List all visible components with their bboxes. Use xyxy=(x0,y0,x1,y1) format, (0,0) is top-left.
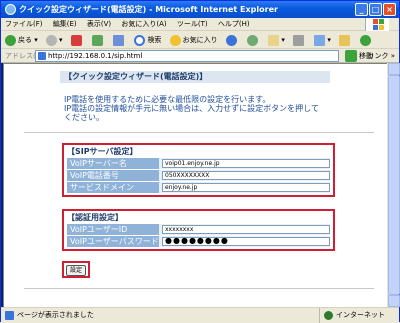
home-button[interactable] xyxy=(113,31,126,49)
voip-number-label: VoIP電話番号 xyxy=(67,170,159,181)
back-arrow-icon xyxy=(5,34,16,46)
status-bar: ページが表示されました インターネット xyxy=(1,307,399,323)
refresh-icon xyxy=(91,34,103,46)
scroll-thumb[interactable] xyxy=(388,75,400,295)
title-bar: クイック設定ウィザード(電話設定) - Microsoft Internet E… xyxy=(1,1,399,18)
voip-number-input[interactable]: 050XXXXXXXX xyxy=(162,171,330,180)
scroll-up-button[interactable] xyxy=(388,63,400,75)
home-icon xyxy=(113,34,125,46)
stop-button[interactable] xyxy=(70,31,84,49)
history-button[interactable] xyxy=(247,31,260,49)
menu-tools[interactable]: ツール(T) xyxy=(177,20,208,28)
links-button[interactable]: リンク » xyxy=(367,49,395,63)
menu-bar: ファイル(F) 編集(E) 表示(V) お気に入り(A) ツール(T) ヘルプ(… xyxy=(1,18,399,31)
history-icon xyxy=(247,34,259,46)
sip-section-header: 【SIPサーバ設定】 xyxy=(67,147,138,156)
status-text: ページが表示されました xyxy=(17,311,94,319)
windows-logo-icon xyxy=(365,18,389,31)
star-icon xyxy=(169,34,181,46)
submit-button[interactable]: 設定 xyxy=(66,265,86,276)
minimize-button[interactable]: _ xyxy=(355,3,368,16)
vertical-scrollbar[interactable] xyxy=(387,63,400,307)
forward-arrow-icon xyxy=(45,34,57,46)
zone-text: インターネット xyxy=(336,311,385,319)
divider-bottom xyxy=(24,288,374,289)
address-url: http://192.168.0.1/sip.html xyxy=(48,52,143,60)
service-domain-label: サービスドメイン xyxy=(67,182,159,193)
voip-server-row: VoIPサーバー名 voip01.enjoy.ne.jp xyxy=(67,158,330,169)
service-domain-row: サービスドメイン enjoy.ne.jp xyxy=(67,182,330,193)
edit-page-icon xyxy=(314,34,326,46)
folder-icon xyxy=(339,34,351,46)
mail-icon xyxy=(268,34,280,46)
search-icon xyxy=(134,34,146,46)
menu-favorites[interactable]: お気に入り(A) xyxy=(121,20,166,28)
page-done-icon xyxy=(5,311,14,320)
media-icon xyxy=(225,34,237,46)
intro-line-3: ください。 xyxy=(64,113,104,122)
media-button[interactable] xyxy=(225,31,239,49)
auth-section-header: 【認証用設定】 xyxy=(67,213,123,222)
intro-line-1: IP電話を使用するために必要な最低限の設定を行います。 xyxy=(64,95,271,104)
print-button[interactable] xyxy=(293,31,306,49)
internet-globe-icon xyxy=(324,311,333,320)
voip-password-label: VoIPユーザーパスワード xyxy=(67,236,159,247)
sip-server-section: 【SIPサーバ設定】 VoIPサーバー名 voip01.enjoy.ne.jp … xyxy=(62,143,335,197)
service-domain-input[interactable]: enjoy.ne.jp xyxy=(162,183,330,192)
voip-password-row: VoIPユーザーパスワード ●●●●●●●● xyxy=(67,236,330,247)
address-input[interactable]: http://192.168.0.1/sip.html xyxy=(35,50,339,62)
edit-button[interactable]: ▾ xyxy=(314,31,331,49)
security-zone: インターネット xyxy=(319,308,385,323)
folder-button[interactable] xyxy=(339,31,352,49)
auth-section: 【認証用設定】 VoIPユーザーID xxxxxxxx VoIPユーザーパスワー… xyxy=(62,209,335,251)
window-title: クイック設定ウィザード(電話設定) - Microsoft Internet E… xyxy=(19,5,278,14)
page-content: 【クイック設定ウィザード(電話設定)】 IP電話を使用するために必要な最低限の設… xyxy=(3,63,387,307)
menu-view[interactable]: 表示(V) xyxy=(87,20,111,28)
intro-line-2: IP電話の設定情報が手元に無い場合は、入力せずに設定ボタンを押して xyxy=(64,104,319,113)
intro-text: IP電話を使用するために必要な最低限の設定を行います。 IP電話の設定情報が手元… xyxy=(64,95,344,122)
voip-server-input[interactable]: voip01.enjoy.ne.jp xyxy=(162,159,330,168)
menu-edit[interactable]: 編集(E) xyxy=(53,20,77,28)
go-arrow-icon[interactable] xyxy=(345,50,357,62)
scroll-down-button[interactable] xyxy=(388,295,400,307)
menu-file[interactable]: ファイル(F) xyxy=(5,20,43,28)
browser-window: クイック設定ウィザード(電話設定) - Microsoft Internet E… xyxy=(0,0,400,323)
forward-button[interactable]: ▾ xyxy=(45,31,63,49)
messenger-icon xyxy=(360,34,372,46)
printer-icon xyxy=(293,34,305,46)
favorites-button[interactable]: お気に入り xyxy=(169,31,218,49)
refresh-button[interactable] xyxy=(91,31,105,49)
page-title: 【クイック設定ウィザード(電話設定)】 xyxy=(60,71,330,83)
page-icon xyxy=(38,52,46,60)
messenger-button[interactable] xyxy=(360,31,373,49)
back-button[interactable]: 戻る ▾ xyxy=(5,31,38,49)
toolbar: 戻る ▾ ▾ 検索 お気に入り ▾ ▾ xyxy=(1,31,399,49)
ie-icon xyxy=(5,4,16,15)
menu-help[interactable]: ヘルプ(H) xyxy=(218,20,250,28)
voip-user-id-label: VoIPユーザーID xyxy=(67,224,159,235)
voip-password-input[interactable]: ●●●●●●●● xyxy=(162,237,330,246)
search-button[interactable]: 検索 xyxy=(134,31,161,49)
voip-user-id-input[interactable]: xxxxxxxx xyxy=(162,225,330,234)
divider-top xyxy=(24,132,374,133)
stop-icon xyxy=(70,34,82,46)
mail-button[interactable]: ▾ xyxy=(268,31,285,49)
close-button[interactable]: × xyxy=(383,3,396,16)
voip-user-id-row: VoIPユーザーID xxxxxxxx xyxy=(67,224,330,235)
voip-number-row: VoIP電話番号 050XXXXXXXX xyxy=(67,170,330,181)
voip-server-label: VoIPサーバー名 xyxy=(67,158,159,169)
maximize-button[interactable]: □ xyxy=(369,3,382,16)
address-bar: アドレス(D) http://192.168.0.1/sip.html 移動 リ… xyxy=(1,49,399,63)
submit-highlight: 設定 xyxy=(62,261,90,278)
